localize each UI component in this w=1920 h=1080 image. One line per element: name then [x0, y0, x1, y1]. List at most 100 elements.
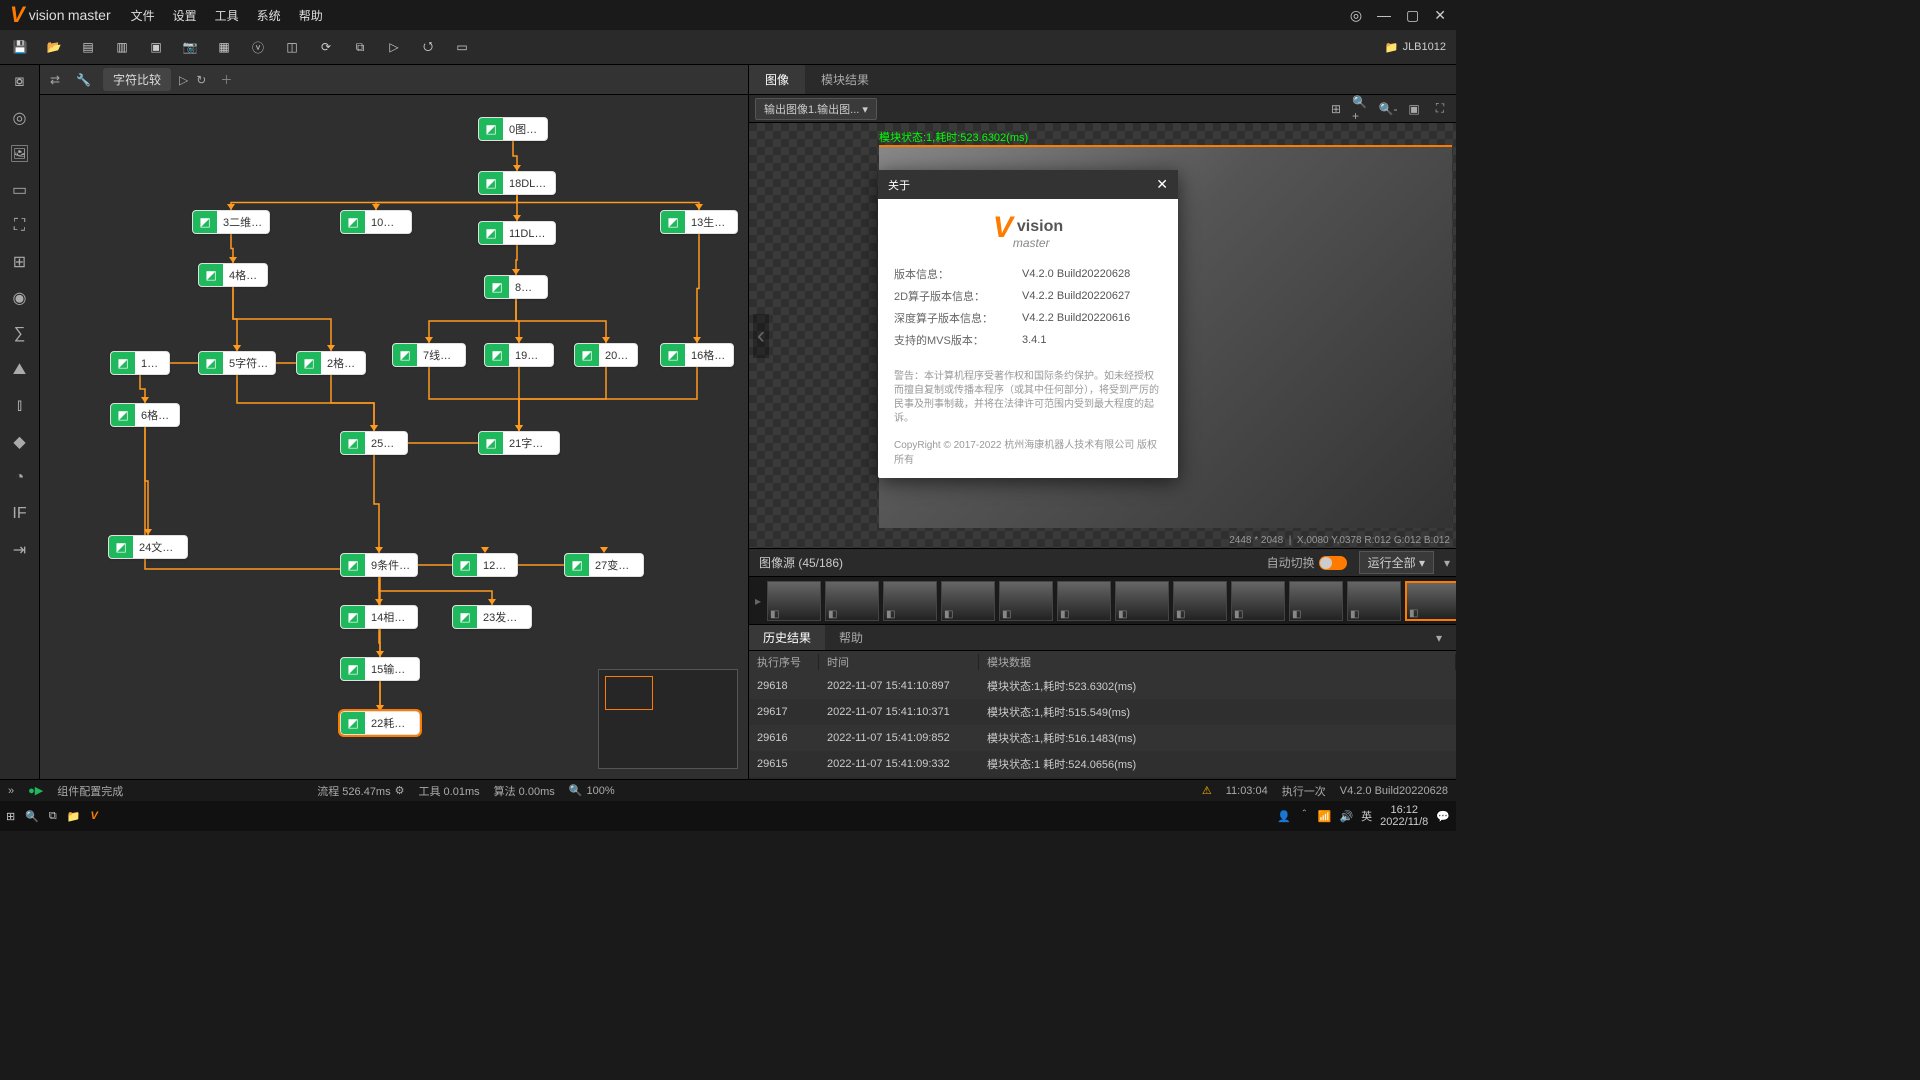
run-all-button[interactable]: 运行全部 ▾: [1359, 551, 1434, 574]
menu-help[interactable]: 帮助: [299, 7, 323, 24]
flow-node[interactable]: ◩3二维码识...: [192, 210, 270, 234]
thumbnail[interactable]: [999, 581, 1053, 621]
flow-node[interactable]: ◩23发送数据1: [452, 605, 532, 629]
thumbnail[interactable]: [1231, 581, 1285, 621]
thumbnail[interactable]: [883, 581, 937, 621]
flow-node[interactable]: ◩11DL字符...: [478, 221, 556, 245]
sync-icon[interactable]: ◎: [1350, 7, 1362, 24]
zoom-out-icon[interactable]: 🔍-: [1378, 99, 1398, 119]
history-row[interactable]: 296172022-11-07 15:41:10:371模块状态:1,耗时:51…: [749, 699, 1456, 725]
tool-crop-icon[interactable]: ⛶: [7, 213, 33, 239]
module-icon[interactable]: ◫: [282, 37, 302, 57]
tray-volume-icon[interactable]: 🔊: [1339, 810, 1353, 823]
flow-node[interactable]: ◩13生产日期: [660, 210, 738, 234]
minimap[interactable]: [598, 669, 738, 769]
flow-node[interactable]: ◩14相机IO...: [340, 605, 418, 629]
flow-node[interactable]: ◩25逻辑1: [340, 431, 408, 455]
menu-system[interactable]: 系统: [257, 7, 281, 24]
tab-loop-icon[interactable]: ↻: [196, 73, 206, 87]
tab-help[interactable]: 帮助: [825, 625, 877, 650]
flow-node[interactable]: ◩27变量计算1: [564, 553, 644, 577]
tool-grid-icon[interactable]: ⊞: [7, 249, 33, 275]
thumbnail[interactable]: [1115, 581, 1169, 621]
project-name[interactable]: 📁 JLB1012: [1385, 41, 1446, 54]
zoom-in-icon[interactable]: 🔍+: [1352, 99, 1372, 119]
menu-tools[interactable]: 工具: [215, 7, 239, 24]
tool-chart-icon[interactable]: ⫾: [7, 393, 33, 419]
close-window-icon[interactable]: ✕: [1434, 7, 1446, 24]
tab-image[interactable]: 图像: [749, 65, 805, 94]
play-loop-icon[interactable]: ⭯: [418, 37, 438, 57]
tray-notifications-icon[interactable]: 💬: [1436, 810, 1450, 823]
maximize-icon[interactable]: ▢: [1406, 7, 1419, 24]
thumbnail[interactable]: [1289, 581, 1343, 621]
tool-if-icon[interactable]: IF: [7, 501, 33, 527]
tool-circle-icon[interactable]: ◉: [7, 285, 33, 311]
camera-icon[interactable]: 📷: [180, 37, 200, 57]
tool-gauge-icon[interactable]: ◔: [7, 465, 33, 491]
flow-node[interactable]: ◩20时间: [574, 343, 638, 367]
thumbnail[interactable]: [941, 581, 995, 621]
flow-node[interactable]: ◩8脚本1: [484, 275, 548, 299]
flow-node[interactable]: ◩0图像源: [478, 117, 548, 141]
tool-paint-icon[interactable]: ◆: [7, 429, 33, 455]
expand-left-icon[interactable]: »: [8, 785, 14, 797]
form-icon[interactable]: ▭: [452, 37, 472, 57]
tab-add-icon[interactable]: ＋: [220, 71, 232, 88]
flow-node[interactable]: ◩9条件检测1: [340, 553, 418, 577]
tool-image-icon[interactable]: 🖼: [7, 141, 33, 167]
table-icon[interactable]: ▦: [214, 37, 234, 57]
tool-wrench-icon[interactable]: 🔧: [72, 73, 95, 87]
output-image-combo[interactable]: 输出图像1.输出图... ▾: [755, 98, 877, 120]
canvas-tab-active[interactable]: 字符比较: [103, 68, 171, 91]
fit-icon[interactable]: ▣: [1404, 99, 1424, 119]
flow-node[interactable]: ◩24文本保存1: [108, 535, 188, 559]
flow-canvas[interactable]: ◩0图像源◩18DL字符...◩3二维码识...◩10身份码◩11DL字符...…: [40, 95, 748, 779]
flow-node[interactable]: ◩22耗时统计1: [340, 711, 420, 735]
var-icon[interactable]: ⓥ: [248, 37, 268, 57]
menu-file[interactable]: 文件: [131, 7, 155, 24]
thumb-prev-icon[interactable]: ▸: [753, 594, 763, 608]
code-icon[interactable]: ⧉: [350, 37, 370, 57]
thumbnail[interactable]: [1057, 581, 1111, 621]
tray-chevron-icon[interactable]: ＾: [1299, 808, 1310, 824]
tray-ime[interactable]: 英: [1361, 808, 1372, 824]
flow-node[interactable]: ◩6格式化6: [110, 403, 180, 427]
prev-image-icon[interactable]: ‹: [753, 314, 769, 358]
flow-node[interactable]: ◩21字符比较2: [478, 431, 560, 455]
start-button[interactable]: ⊞: [6, 810, 15, 823]
flow-node[interactable]: ◩7线体编号: [392, 343, 466, 367]
layout2-icon[interactable]: ▥: [112, 37, 132, 57]
thumbnail[interactable]: [1173, 581, 1227, 621]
status-warn-icon[interactable]: ⚠: [1202, 784, 1212, 797]
flow-node[interactable]: ◩15输出图像1: [340, 657, 420, 681]
collapse-icon[interactable]: ▾: [1444, 556, 1450, 570]
tool-rect-icon[interactable]: ▭: [7, 177, 33, 203]
flow-node[interactable]: ◩1总数: [110, 351, 170, 375]
about-close-icon[interactable]: ✕: [1156, 176, 1168, 193]
flow-node[interactable]: ◩18DL字符...: [478, 171, 556, 195]
thumbnail[interactable]: [825, 581, 879, 621]
open-icon[interactable]: 📂: [44, 37, 64, 57]
flow-tree-icon[interactable]: ⇄: [46, 73, 64, 87]
history-row[interactable]: 296182022-11-07 15:41:10:897模块状态:1,耗时:52…: [749, 673, 1456, 699]
thumbnail[interactable]: [1405, 581, 1456, 621]
tray-clock[interactable]: 16:12 2022/11/8: [1380, 804, 1428, 828]
status-run-icon[interactable]: ●▶: [28, 784, 43, 797]
tray-wifi-icon[interactable]: 📶: [1318, 810, 1332, 823]
layout1-icon[interactable]: ▤: [78, 37, 98, 57]
tab-history-results[interactable]: 历史结果: [749, 625, 825, 650]
save-icon[interactable]: 💾: [10, 37, 30, 57]
play-icon[interactable]: ▷: [384, 37, 404, 57]
flow-node[interactable]: ◩12OK数: [452, 553, 518, 577]
tool-target-icon[interactable]: ◎: [7, 105, 33, 131]
fullscreen-icon[interactable]: ⛶: [1430, 99, 1450, 119]
history-row[interactable]: 296162022-11-07 15:41:09:852模块状态:1,耗时:51…: [749, 725, 1456, 751]
search-icon[interactable]: 🔍: [25, 810, 39, 823]
minimize-icon[interactable]: —: [1377, 7, 1391, 24]
tray-people-icon[interactable]: 👤: [1277, 810, 1291, 823]
flow-node[interactable]: ◩5字符比较1: [198, 351, 276, 375]
task-view-icon[interactable]: ⧉: [49, 810, 57, 823]
menu-settings[interactable]: 设置: [173, 7, 197, 24]
tab-play-icon[interactable]: ▷: [179, 73, 188, 87]
